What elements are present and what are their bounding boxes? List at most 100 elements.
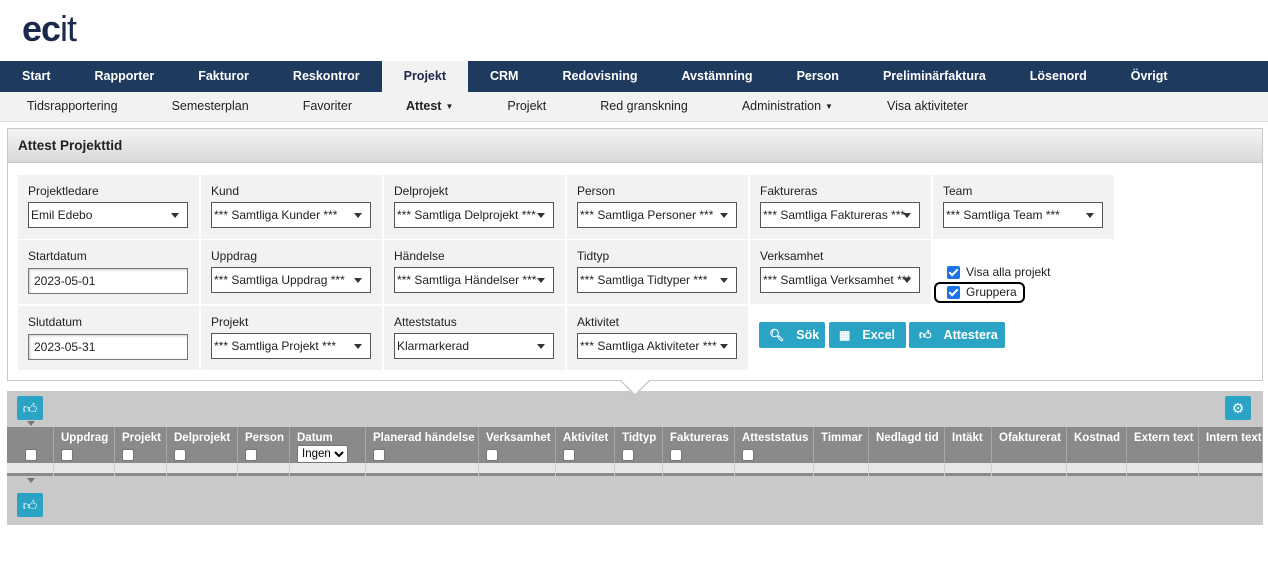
search-icon: 🔍︎	[769, 328, 785, 342]
sub-nav-item[interactable]: Favoriter	[276, 92, 379, 121]
attest-toolbar-button[interactable]: 👍︎	[17, 396, 43, 420]
column-title: Aktivitet	[563, 432, 609, 444]
sub-nav-item[interactable]: Red granskning	[573, 92, 715, 121]
delprojekt-select[interactable]: *** Samtliga Delprojekt ***	[394, 202, 554, 228]
team-select[interactable]: *** Samtliga Team ***	[943, 202, 1103, 228]
field-handelse: Händelse *** Samtliga Händelser ***	[384, 240, 565, 304]
main-nav-item[interactable]: Preliminärfaktura	[861, 61, 1008, 92]
table-cell	[1199, 463, 1263, 476]
thumbs-up-icon: 👍︎	[22, 400, 38, 416]
slutdatum-input[interactable]: 2023-05-31	[28, 334, 188, 360]
table-cell	[7, 463, 54, 476]
column-group-checkbox[interactable]	[245, 449, 257, 461]
column-header: Timmar	[814, 427, 869, 463]
column-group-checkbox[interactable]	[486, 449, 498, 461]
field-verksamhet: Verksamhet *** Samtliga Verksamhet ***	[750, 240, 931, 304]
column-header: Tidtyp	[615, 427, 663, 463]
column-group-checkbox[interactable]	[61, 449, 73, 461]
uppdrag-select[interactable]: *** Samtliga Uppdrag ***	[211, 267, 371, 293]
table-cell	[290, 463, 366, 476]
excel-button[interactable]: ▦ Excel	[829, 322, 906, 348]
sub-nav-item[interactable]: Visa aktiviteter	[860, 92, 995, 121]
column-title: Faktureras	[670, 432, 729, 444]
column-header: Nedlagd tid	[869, 427, 945, 463]
faktureras-select[interactable]: *** Samtliga Faktureras ***	[760, 202, 920, 228]
sub-nav-item[interactable]: Tidsrapportering	[0, 92, 145, 121]
label-atteststatus: Atteststatus	[394, 315, 457, 329]
column-title: Tidtyp	[622, 432, 657, 444]
main-nav-item[interactable]: Avstämning	[659, 61, 774, 92]
attest-panel: Attest Projekttid Projektledare Emil Ede…	[7, 128, 1263, 381]
main-nav-item[interactable]: Person	[775, 61, 861, 92]
column-group-checkbox[interactable]	[563, 449, 575, 461]
column-group-checkbox[interactable]	[373, 449, 385, 461]
tidtyp-select[interactable]: *** Samtliga Tidtyper ***	[577, 267, 737, 293]
field-kund: Kund *** Samtliga Kunder ***	[201, 175, 382, 239]
sub-nav-item[interactable]: Administration ▼	[715, 92, 860, 121]
verksamhet-select[interactable]: *** Samtliga Verksamhet ***	[760, 267, 920, 293]
column-title: Projekt	[122, 432, 161, 444]
projekt-select[interactable]: *** Samtliga Projekt ***	[211, 333, 371, 359]
attestera-button[interactable]: 👍︎ Attestera	[909, 322, 1005, 348]
sub-nav-label: Tidsrapportering	[27, 99, 118, 113]
main-nav-item[interactable]: Projekt	[381, 61, 468, 92]
sub-nav-label: Visa aktiviteter	[886, 99, 969, 113]
main-nav-item[interactable]: CRM	[468, 61, 540, 92]
highlight-annotation	[934, 282, 1025, 303]
field-delprojekt: Delprojekt *** Samtliga Delprojekt ***	[384, 175, 565, 239]
label-person: Person	[577, 184, 616, 198]
main-nav-item[interactable]: Reskontror	[271, 61, 382, 92]
column-group-checkbox[interactable]	[742, 449, 754, 461]
column-group-checkbox[interactable]	[174, 449, 186, 461]
results-grid: 👍︎ ⚙ Uppdrag Projekt Delprojekt Person Datum…	[7, 391, 1263, 525]
label-verksamhet: Verksamhet	[760, 249, 824, 263]
main-nav-item[interactable]: Start	[0, 61, 72, 92]
datum-grouping-select[interactable]: Ingen	[297, 445, 348, 463]
label-slutdatum: Slutdatum	[28, 315, 83, 329]
dropdown-caret-icon: ▼	[825, 102, 833, 112]
column-group-checkbox[interactable]	[25, 449, 37, 461]
table-cell	[115, 463, 167, 476]
label-projekt: Projekt	[211, 315, 249, 329]
aktivitet-select[interactable]: *** Samtliga Aktiviteter ***	[577, 333, 737, 359]
main-nav-item[interactable]: Redovisning	[540, 61, 659, 92]
main-nav-item[interactable]: Övrigt	[1109, 61, 1190, 92]
main-nav-item[interactable]: Lösenord	[1008, 61, 1109, 92]
checkbox-checked-icon[interactable]	[947, 265, 960, 279]
column-header: Extern text	[1127, 427, 1199, 463]
column-title: Atteststatus	[742, 432, 809, 444]
table-row	[7, 463, 1263, 476]
column-title: Intäkt	[952, 432, 983, 444]
column-title: Planerad händelse	[373, 432, 475, 444]
sub-nav-item[interactable]: Semesterplan	[145, 92, 276, 121]
attestera-label: Attestera	[943, 328, 998, 342]
label-aktivitet: Aktivitet	[577, 315, 620, 329]
atteststatus-select[interactable]: Klarmarkerad	[394, 333, 554, 359]
column-group-checkbox[interactable]	[622, 449, 634, 461]
table-cell	[814, 463, 869, 476]
main-nav-item[interactable]: Rapporter	[72, 61, 176, 92]
column-group-checkbox[interactable]	[670, 449, 682, 461]
sub-navigation: Tidsrapportering Semesterplan Favoriter Att…	[0, 92, 1268, 122]
sub-nav-item[interactable]: Projekt	[480, 92, 573, 121]
column-title: Delprojekt	[174, 432, 231, 444]
column-group-checkbox[interactable]	[122, 449, 134, 461]
person-select[interactable]: *** Samtliga Personer ***	[577, 202, 737, 228]
sok-label: Sök	[796, 328, 820, 342]
kund-select[interactable]: *** Samtliga Kunder ***	[211, 202, 371, 228]
visa-alla-projekt-checkbox[interactable]: Visa alla projekt	[947, 265, 1051, 279]
handelse-select[interactable]: *** Samtliga Händelser ***	[394, 267, 554, 293]
column-header	[7, 427, 54, 463]
table-cell	[663, 463, 735, 476]
field-uppdrag: Uppdrag *** Samtliga Uppdrag ***	[201, 240, 382, 304]
projektledare-select[interactable]: Emil Edebo	[28, 202, 188, 228]
panel-notch	[621, 380, 649, 394]
sub-nav-label: Administration	[741, 99, 822, 113]
attest-bottom-button[interactable]: 👍︎	[17, 493, 43, 517]
startdatum-input[interactable]: 2023-05-01	[28, 268, 188, 294]
main-nav-item[interactable]: Fakturor	[176, 61, 271, 92]
grid-settings-button[interactable]: ⚙	[1225, 396, 1251, 420]
sok-button[interactable]: 🔍︎ Sök	[759, 322, 825, 348]
sub-nav-item[interactable]: Attest ▼	[379, 92, 480, 121]
column-header: Person	[238, 427, 290, 463]
